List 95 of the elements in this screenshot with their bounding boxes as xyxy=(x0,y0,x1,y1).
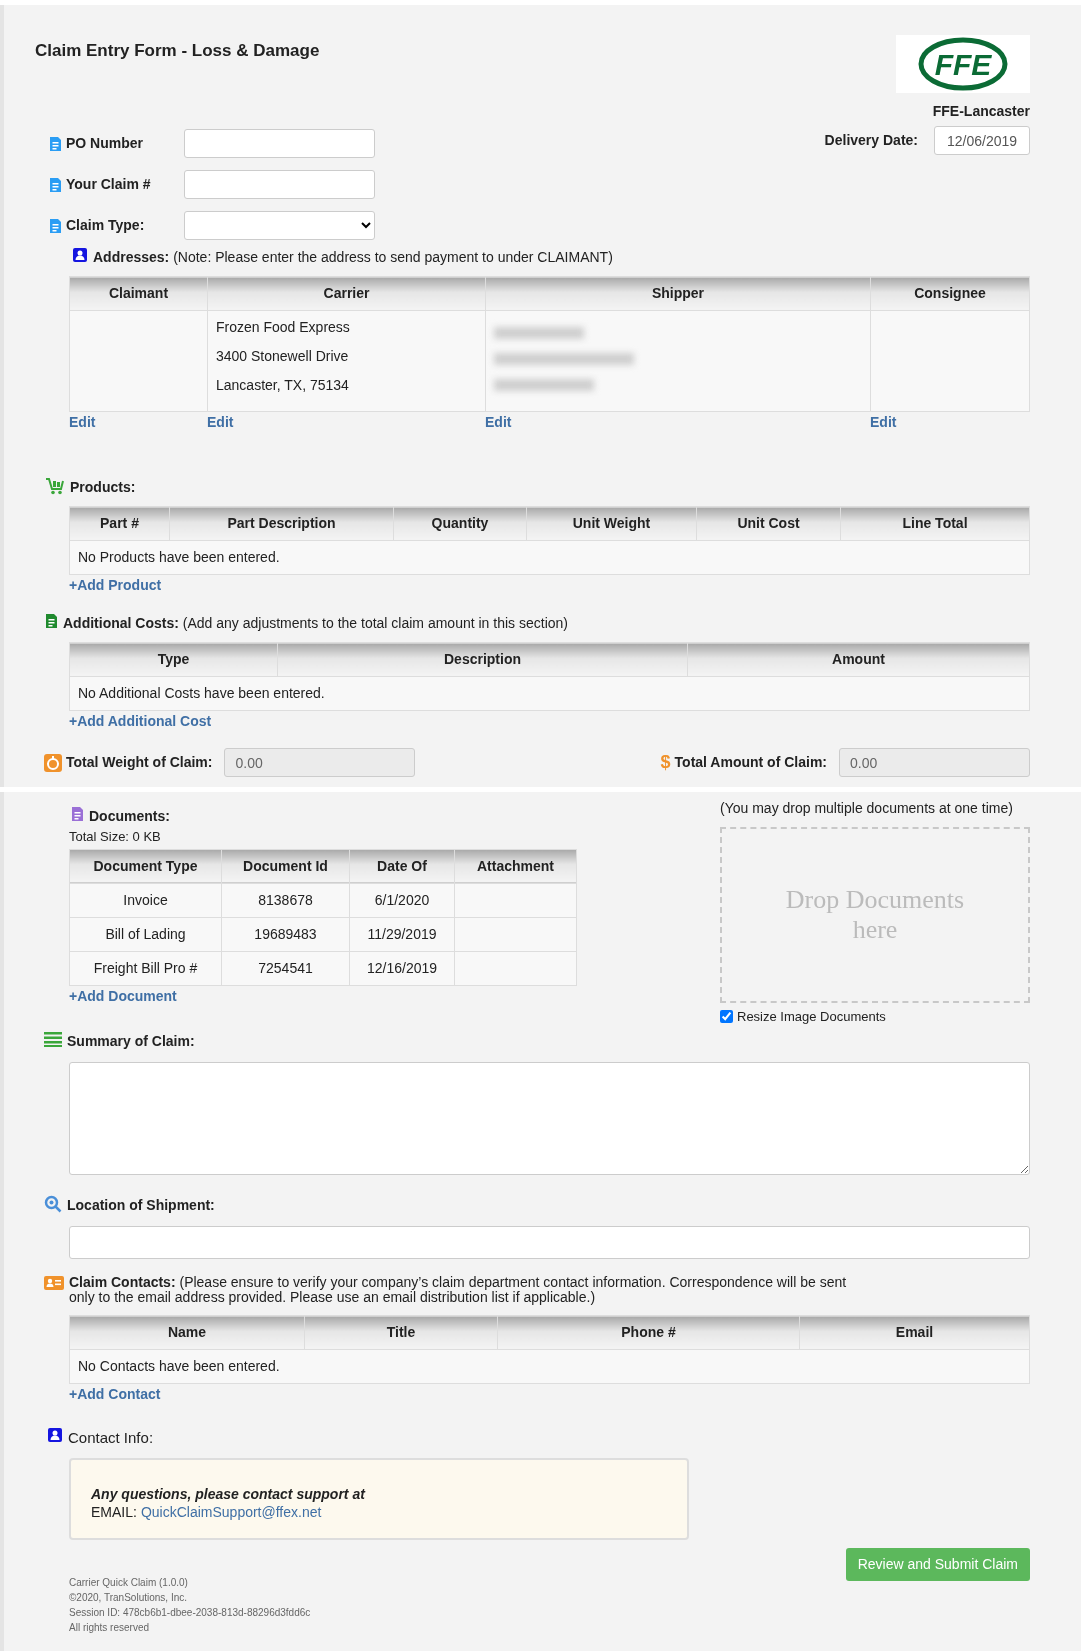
carrier-name: FFE-Lancaster xyxy=(932,102,1030,121)
select-field[interactable] xyxy=(184,211,375,240)
column-header: Quantity xyxy=(393,506,527,541)
email-label: EMAIL: xyxy=(91,1504,137,1521)
add-link[interactable]: +Add Contact xyxy=(69,1386,161,1403)
cart-icon xyxy=(45,477,65,495)
empty-message: No Products have been entered. xyxy=(69,540,1030,575)
table-cell: Invoice xyxy=(69,883,222,917)
column-header: Document Type xyxy=(69,849,222,883)
field-label: Your Claim # xyxy=(66,175,152,194)
page-title: Claim Entry Form - Loss & Damage xyxy=(35,41,320,62)
section-heading: Products: xyxy=(70,478,136,497)
address-line: Lancaster, TX, 75134 xyxy=(216,376,350,395)
add-link[interactable]: +Add Product xyxy=(69,577,162,593)
column-header: Shipper xyxy=(485,276,871,311)
logo: FFE xyxy=(896,35,1030,93)
column-header: Attachment xyxy=(454,849,577,883)
column-header: Name xyxy=(69,1315,305,1350)
footer-text: ©2020, TranSolutions, Inc. xyxy=(69,1591,188,1606)
text-area[interactable] xyxy=(69,1061,1030,1175)
field-label: Total Weight of Claim: xyxy=(66,753,213,772)
table-cell: 6/1/2020 xyxy=(349,883,455,917)
support-text: Any questions, please contact support at xyxy=(91,1484,367,1504)
add-link[interactable]: +Add Document xyxy=(69,987,177,1004)
column-header: Claimant xyxy=(69,276,208,311)
column-header: Phone # xyxy=(497,1315,800,1350)
drop-zone-text: Drop Documents here xyxy=(784,885,966,945)
column-header: Email xyxy=(799,1315,1030,1350)
hint-text: (You may drop multiple documents at one time) xyxy=(720,799,1014,818)
edit-link[interactable]: Edit xyxy=(870,414,897,430)
table-cell: 12/16/2019 xyxy=(349,951,455,985)
submit-button[interactable]: Review and Submit Claim xyxy=(845,1548,1030,1582)
section-heading: Addresses: (Note: Please enter the address to send payment to under CLAIMANT) xyxy=(93,248,613,267)
input-field[interactable] xyxy=(184,170,375,199)
field-label: PO Number xyxy=(66,134,144,153)
field-label: Delivery Date: xyxy=(824,131,918,150)
field-label: Claim Type: xyxy=(66,216,146,235)
edit-link[interactable]: Edit xyxy=(207,414,234,430)
checkbox-label: Resize Image Documents xyxy=(737,1008,886,1026)
date-field[interactable]: 12/06/2019 xyxy=(934,126,1030,155)
document-icon xyxy=(49,176,62,193)
document-icon xyxy=(45,613,58,629)
total-field[interactable]: 0.00 xyxy=(224,748,416,777)
total-size: Total Size: 0 KB xyxy=(69,828,162,846)
document-icon xyxy=(49,217,62,234)
section-heading: Location of Shipment: xyxy=(67,1195,215,1215)
column-header: Title xyxy=(304,1315,498,1350)
column-header: Carrier xyxy=(207,276,486,311)
add-link[interactable]: +Add Additional Cost xyxy=(69,713,212,729)
input-field[interactable] xyxy=(69,1225,1030,1259)
column-header: Part Description xyxy=(169,506,394,541)
column-header: Consignee xyxy=(870,276,1030,311)
section-heading: Additional Costs: (Add any adjustments to the total claim amount in this section) xyxy=(63,614,568,633)
column-header: Line Total xyxy=(840,506,1030,541)
table-cell: 7254541 xyxy=(221,951,350,985)
section-heading: Documents: xyxy=(89,807,170,826)
table-cell: 11/29/2019 xyxy=(349,917,455,951)
column-header: Unit Cost xyxy=(696,506,841,541)
input-field[interactable] xyxy=(184,129,375,158)
contact-card-icon xyxy=(72,247,88,263)
column-header: Amount xyxy=(687,642,1030,677)
edit-link[interactable]: Edit xyxy=(485,414,512,430)
address-line: 3400 Stonewell Drive xyxy=(216,347,350,366)
weight-icon xyxy=(44,753,62,772)
table-cell: 19689483 xyxy=(221,917,350,951)
edit-link[interactable]: Edit xyxy=(69,414,96,430)
section-heading: Claim Contacts: (Please ensure to verify your company’s claim department contact information. Correspondence will be sent only to the email address provided. Please use an email distribution list if applicable.) xyxy=(69,1274,848,1306)
footer-text: All rights reserved xyxy=(69,1621,151,1636)
table-cell: 8138678 xyxy=(221,883,350,917)
id-card-icon xyxy=(44,1274,64,1291)
search-icon xyxy=(44,1194,62,1213)
section-heading: Summary of Claim: xyxy=(67,1031,195,1051)
table-cell: Bill of Lading xyxy=(69,917,222,951)
section-heading: Contact Info: xyxy=(68,1428,154,1449)
empty-message: No Contacts have been entered. xyxy=(69,1349,1030,1384)
dollar-icon: $ xyxy=(660,749,671,776)
document-icon xyxy=(71,806,84,822)
contact-card-icon xyxy=(47,1427,63,1444)
total-field[interactable]: 0.00 xyxy=(839,748,1030,777)
empty-message: No Additional Costs have been entered. xyxy=(69,676,1030,711)
column-header: Type xyxy=(69,642,278,677)
column-header: Part # xyxy=(69,506,170,541)
address-line: Frozen Food Express xyxy=(216,318,351,337)
column-header: Description xyxy=(277,642,688,677)
column-header: Document Id xyxy=(221,849,350,883)
table-cell: Freight Bill Pro # xyxy=(69,951,222,985)
checkbox[interactable] xyxy=(720,1010,733,1024)
list-icon xyxy=(44,1030,62,1047)
footer-text: Session ID: 478cb6b1-dbee-2038-813d-88296d3fdd6c xyxy=(69,1606,312,1621)
footer-text: Carrier Quick Claim (1.0.0) xyxy=(69,1576,189,1591)
column-header: Date Of xyxy=(349,849,455,883)
email-link[interactable]: QuickClaimSupport@ffex.net xyxy=(140,1504,322,1521)
column-header: Unit Weight xyxy=(526,506,697,541)
field-label: Total Amount of Claim: xyxy=(674,753,827,772)
document-icon xyxy=(49,135,62,152)
